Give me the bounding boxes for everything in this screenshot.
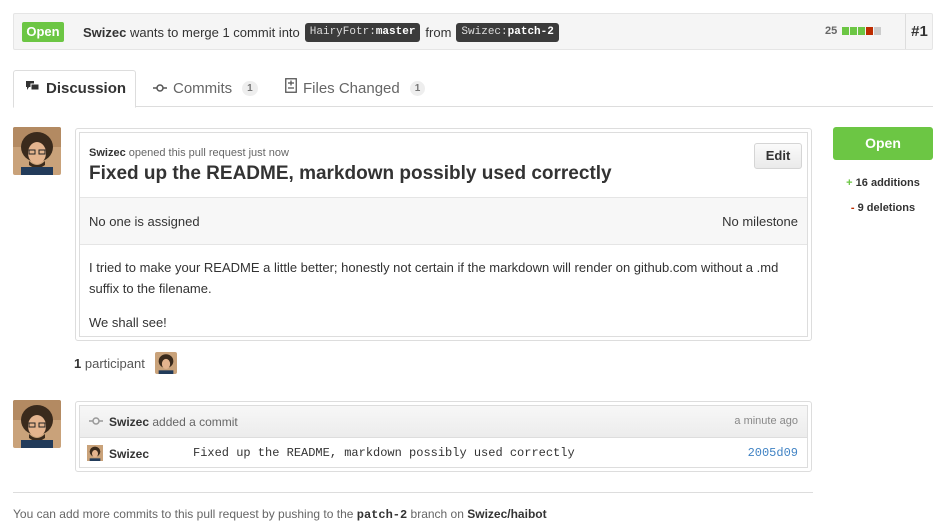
- from-text: from: [425, 25, 452, 40]
- plus-icon: +: [846, 177, 853, 189]
- head-repo-name: Swizec: [461, 26, 502, 38]
- additions-summary: + 16 additions: [833, 177, 933, 189]
- commit-event-action: added a commit: [152, 415, 238, 429]
- footer-text-middle: branch on: [410, 507, 464, 521]
- git-commit-icon: [153, 71, 167, 107]
- author-link[interactable]: Swizec: [83, 25, 126, 40]
- tab-commits-label: Commits: [173, 79, 233, 97]
- footer-repo-link[interactable]: Swizec/haibot: [467, 507, 546, 521]
- assignee-text[interactable]: No one is assigned: [89, 214, 200, 229]
- minus-icon: -: [850, 202, 855, 214]
- base-branch-label[interactable]: HairyFotr:master: [304, 23, 421, 42]
- commit-message[interactable]: Fixed up the README, markdown possibly u…: [193, 446, 575, 460]
- pull-request-header: Open Swizec wants to merge 1 commit into…: [13, 13, 933, 50]
- tab-discussion[interactable]: Discussion: [13, 70, 136, 108]
- diffstat-block-deleted: [866, 27, 874, 35]
- comment-discussion-icon: [26, 71, 40, 107]
- discussion-author[interactable]: Swizec: [89, 147, 126, 159]
- tab-files-changed[interactable]: Files Changed 1: [273, 70, 437, 107]
- discussion-comment-inner: Swizec opened this pull request just now…: [79, 132, 808, 337]
- assignment-bar: No one is assigned No milestone: [80, 198, 807, 245]
- footer-text-before: You can add more commits to this pull re…: [13, 507, 354, 521]
- author-avatar[interactable]: [13, 127, 61, 175]
- participant-avatar[interactable]: [155, 352, 177, 374]
- base-branch-name: master: [375, 26, 416, 38]
- commit-event-inner: Swizec added a commit a minute ago Swize…: [79, 405, 808, 468]
- tab-commits-count: 1: [242, 81, 258, 96]
- diff-file-icon: [285, 71, 297, 107]
- tab-files-changed-count: 1: [409, 81, 426, 96]
- pull-request-title: Fixed up the README, markdown possibly u…: [89, 163, 612, 184]
- footer-branch: patch-2: [356, 508, 408, 522]
- discussion-body-paragraph: We shall see!: [89, 315, 167, 330]
- diffstat-block-neutral: [874, 27, 882, 35]
- footer-note: You can add more commits to this pull re…: [13, 507, 547, 522]
- pull-request-number: #1: [911, 23, 928, 40]
- discussion-author-line: Swizec opened this pull request just now: [89, 147, 289, 159]
- milestone-text[interactable]: No milestone: [722, 214, 798, 229]
- commit-event-text: Swizec added a commit: [109, 415, 238, 429]
- commit-row-author[interactable]: Swizec: [109, 447, 149, 461]
- commit-event: Swizec added a commit a minute ago Swize…: [75, 401, 812, 472]
- tab-files-changed-label: Files Changed: [303, 79, 400, 97]
- discussion-body-paragraph: I tried to make your README a little bet…: [89, 260, 779, 296]
- deletions-summary: - 9 deletions: [833, 202, 933, 214]
- additions-text: 16 additions: [855, 177, 920, 189]
- commit-sha-link[interactable]: 2005d09: [748, 446, 798, 460]
- participants-count: 1: [74, 356, 82, 371]
- commit-author-avatar[interactable]: [13, 400, 61, 448]
- diffstat-block-added: [842, 27, 850, 35]
- diffstat-count: 25: [825, 25, 838, 37]
- merge-action-text: wants to merge 1 commit into: [129, 25, 300, 40]
- discussion-body: I tried to make your README a little bet…: [80, 245, 807, 345]
- participants-label: participant: [84, 356, 145, 371]
- pull-request-tabs: Discussion Commits 1 Files Changed 1: [13, 70, 933, 108]
- diffstat: 25: [825, 25, 882, 37]
- footer-divider: [13, 492, 813, 493]
- open-state-button[interactable]: Open: [833, 127, 933, 160]
- discussion-comment: Swizec opened this pull request just now…: [75, 128, 812, 341]
- head-branch-label[interactable]: Swizec:patch-2: [456, 23, 559, 42]
- commit-row-avatar[interactable]: [87, 445, 103, 461]
- diffstat-block-added: [850, 27, 858, 35]
- base-repo-name: HairyFotr: [309, 26, 370, 38]
- tab-commits[interactable]: Commits 1: [141, 70, 270, 107]
- deletions-text: 9 deletions: [857, 202, 916, 214]
- git-commit-icon: [89, 415, 103, 429]
- discussion-header: Swizec opened this pull request just now…: [80, 133, 807, 198]
- commit-event-author[interactable]: Swizec: [109, 415, 149, 429]
- commit-event-header: Swizec added a commit a minute ago: [80, 406, 807, 438]
- head-branch-name: patch-2: [507, 26, 554, 38]
- participants: 1 participant: [74, 356, 145, 371]
- commit-row: Swizec Fixed up the README, markdown pos…: [80, 438, 807, 469]
- pull-request-meta: Swizec wants to merge 1 commit into Hair…: [83, 23, 564, 42]
- tab-discussion-label: Discussion: [46, 80, 127, 97]
- edit-button[interactable]: Edit: [754, 143, 802, 169]
- state-badge: Open: [22, 22, 64, 42]
- diffstat-block-added: [858, 27, 866, 35]
- discussion-opened-text: opened this pull request just now: [128, 147, 289, 159]
- commit-event-time: a minute ago: [734, 415, 798, 427]
